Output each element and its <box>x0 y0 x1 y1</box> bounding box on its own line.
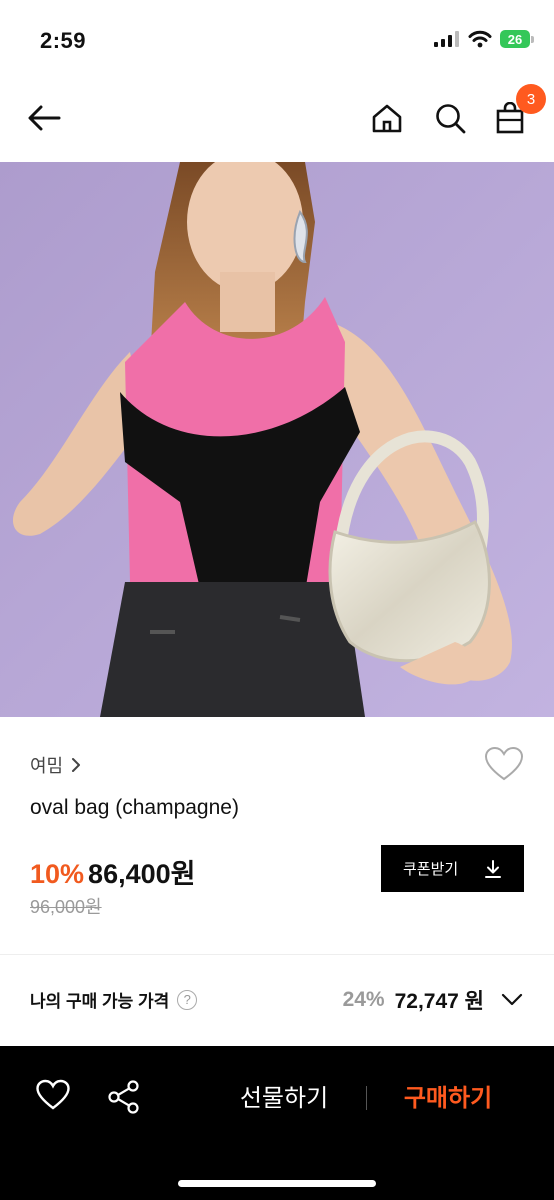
gift-button[interactable]: 선물하기 <box>224 1078 344 1113</box>
my-price-label-group: 나의 구매 가능 가격 ? <box>30 987 198 1012</box>
wishlist-button[interactable] <box>484 746 524 786</box>
status-bar: 2:59 26 <box>0 0 554 80</box>
back-arrow-icon <box>28 105 61 131</box>
home-icon <box>372 104 402 133</box>
bottom-action-bar: 선물하기 구매하기 <box>0 1046 554 1200</box>
my-price-value-group: 24% 72,747 원 <box>343 985 524 1015</box>
back-button[interactable] <box>22 96 66 140</box>
home-indicator <box>178 1180 376 1187</box>
product-image[interactable] <box>0 162 554 717</box>
status-icons: 26 <box>434 30 534 48</box>
battery-indicator: 26 <box>500 30 534 48</box>
chevron-right-icon <box>72 758 81 772</box>
battery-level: 26 <box>500 30 530 48</box>
search-button[interactable] <box>428 96 472 140</box>
my-price-label: 나의 구매 가능 가격 <box>30 992 170 1011</box>
product-name: oval bag (champagne) <box>30 796 239 819</box>
top-navigation: 3 <box>0 80 554 162</box>
cart-button[interactable]: 3 <box>488 84 546 140</box>
help-icon[interactable]: ? <box>177 989 198 1010</box>
cellular-signal-icon <box>434 31 459 47</box>
search-icon <box>436 104 466 134</box>
share-icon <box>108 1080 139 1114</box>
my-price-discount: 24% <box>342 988 385 1011</box>
bottom-bar-separator <box>366 1086 367 1110</box>
heart-outline-icon <box>484 746 524 781</box>
my-price-row[interactable]: 나의 구매 가능 가격 ? 24% 72,747 원 <box>0 955 554 1045</box>
sale-price: 86,400원 <box>88 859 196 889</box>
wifi-icon <box>468 30 492 48</box>
share-button[interactable] <box>106 1079 142 1115</box>
brand-name: 여밈 <box>30 756 64 776</box>
price-row: 10% 86,400원 <box>30 852 195 891</box>
wishlist-bottom-button[interactable] <box>35 1079 71 1115</box>
heart-outline-icon <box>36 1079 70 1110</box>
cart-count-badge: 3 <box>516 84 546 114</box>
coupon-label: 쿠폰받기 <box>403 861 459 878</box>
home-button[interactable] <box>365 96 409 140</box>
discount-rate: 10% <box>30 859 85 889</box>
original-price: 96,000원 <box>30 897 102 917</box>
status-time: 2:59 <box>40 28 87 53</box>
my-price-value: 72,747 원 <box>394 990 484 1013</box>
brand-link[interactable]: 여밈 <box>30 752 81 778</box>
chevron-down-icon[interactable] <box>500 992 524 1008</box>
download-icon <box>485 859 501 878</box>
product-photo <box>0 162 554 717</box>
buy-button[interactable]: 구매하기 <box>388 1078 508 1113</box>
coupon-download-button[interactable]: 쿠폰받기 <box>381 845 524 892</box>
